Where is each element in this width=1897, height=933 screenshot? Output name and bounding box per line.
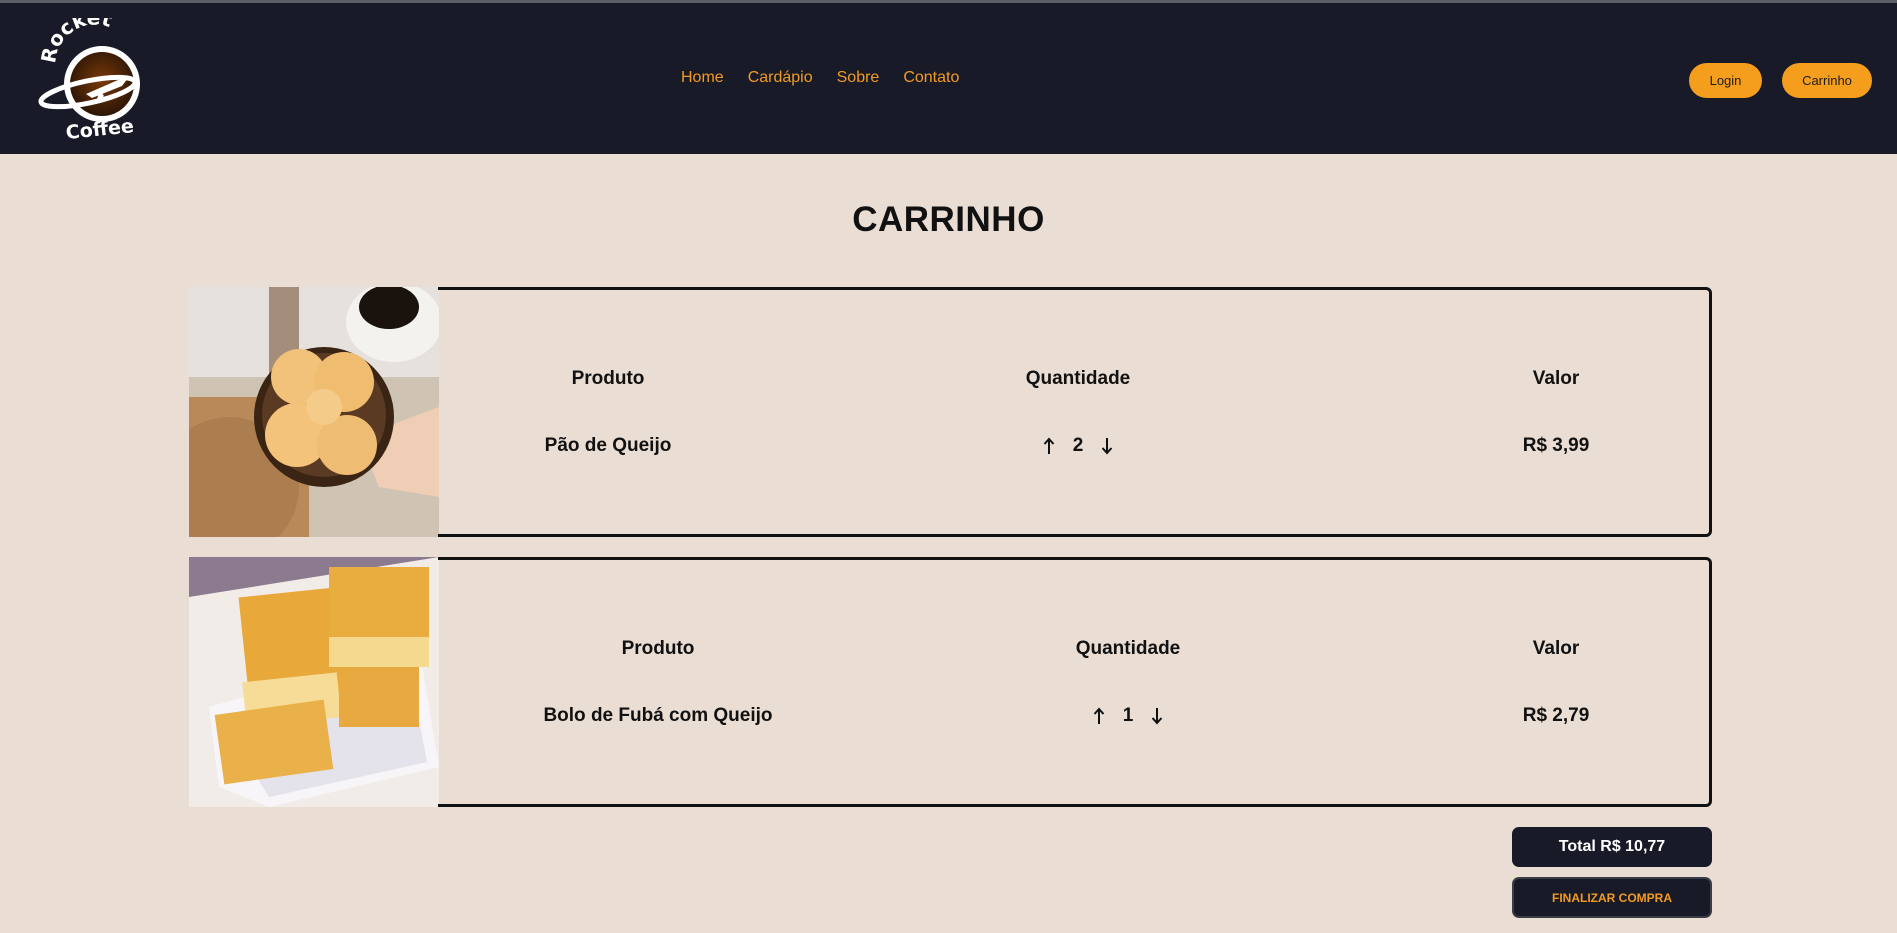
- product-image-bolo-de-fuba: [189, 557, 439, 807]
- cart-button[interactable]: Carrinho: [1782, 63, 1872, 98]
- arrow-up-icon[interactable]: [1043, 437, 1055, 455]
- quantity-header: Quantidade: [1075, 638, 1181, 659]
- quantity-header: Quantidade: [1025, 368, 1131, 389]
- value-header: Valor: [1532, 368, 1580, 389]
- arrow-down-icon[interactable]: [1101, 437, 1113, 455]
- logo-text-coffee: Coffee: [65, 115, 135, 143]
- product-name: Pão de Queijo: [544, 435, 672, 456]
- page-title: CARRINHO: [852, 200, 1045, 239]
- quantity-value: 2: [1072, 435, 1084, 456]
- cart-item-details: Produto Bolo de Fubá com Queijo Quantida…: [438, 557, 1712, 807]
- site-header: Rocket Coffee Home Cardápio Sobre Contat…: [0, 3, 1897, 154]
- product-image-pao-de-queijo: [189, 287, 439, 537]
- finalizar-compra-button[interactable]: FINALIZAR COMPRA: [1512, 877, 1712, 918]
- nav-sobre[interactable]: Sobre: [837, 69, 880, 87]
- product-name: Bolo de Fubá com Queijo: [543, 705, 773, 726]
- quantity-stepper: 1: [1008, 705, 1248, 727]
- main-nav: Home Cardápio Sobre Contato: [681, 69, 959, 87]
- cart-item-details: Produto Pão de Queijo Quantidade 2 Valor…: [438, 287, 1712, 537]
- quantity-value: 1: [1122, 705, 1134, 726]
- nav-contato[interactable]: Contato: [903, 69, 959, 87]
- rocket-coffee-logo[interactable]: Rocket Coffee: [36, 18, 146, 143]
- nav-cardapio[interactable]: Cardápio: [748, 69, 813, 87]
- product-price: R$ 2,79: [1522, 705, 1590, 726]
- product-price: R$ 3,99: [1522, 435, 1590, 456]
- cart-item: Produto Pão de Queijo Quantidade 2 Valor…: [189, 287, 1712, 537]
- cart-item: Produto Bolo de Fubá com Queijo Quantida…: [189, 557, 1712, 807]
- product-header: Produto: [621, 638, 695, 659]
- arrow-up-icon[interactable]: [1093, 707, 1105, 725]
- nav-home[interactable]: Home: [681, 69, 724, 87]
- cart-total: Total R$ 10,77: [1512, 827, 1712, 867]
- value-header: Valor: [1532, 638, 1580, 659]
- arrow-down-icon[interactable]: [1151, 707, 1163, 725]
- quantity-stepper: 2: [958, 435, 1198, 457]
- login-button[interactable]: Login: [1689, 63, 1762, 98]
- product-header: Produto: [571, 368, 645, 389]
